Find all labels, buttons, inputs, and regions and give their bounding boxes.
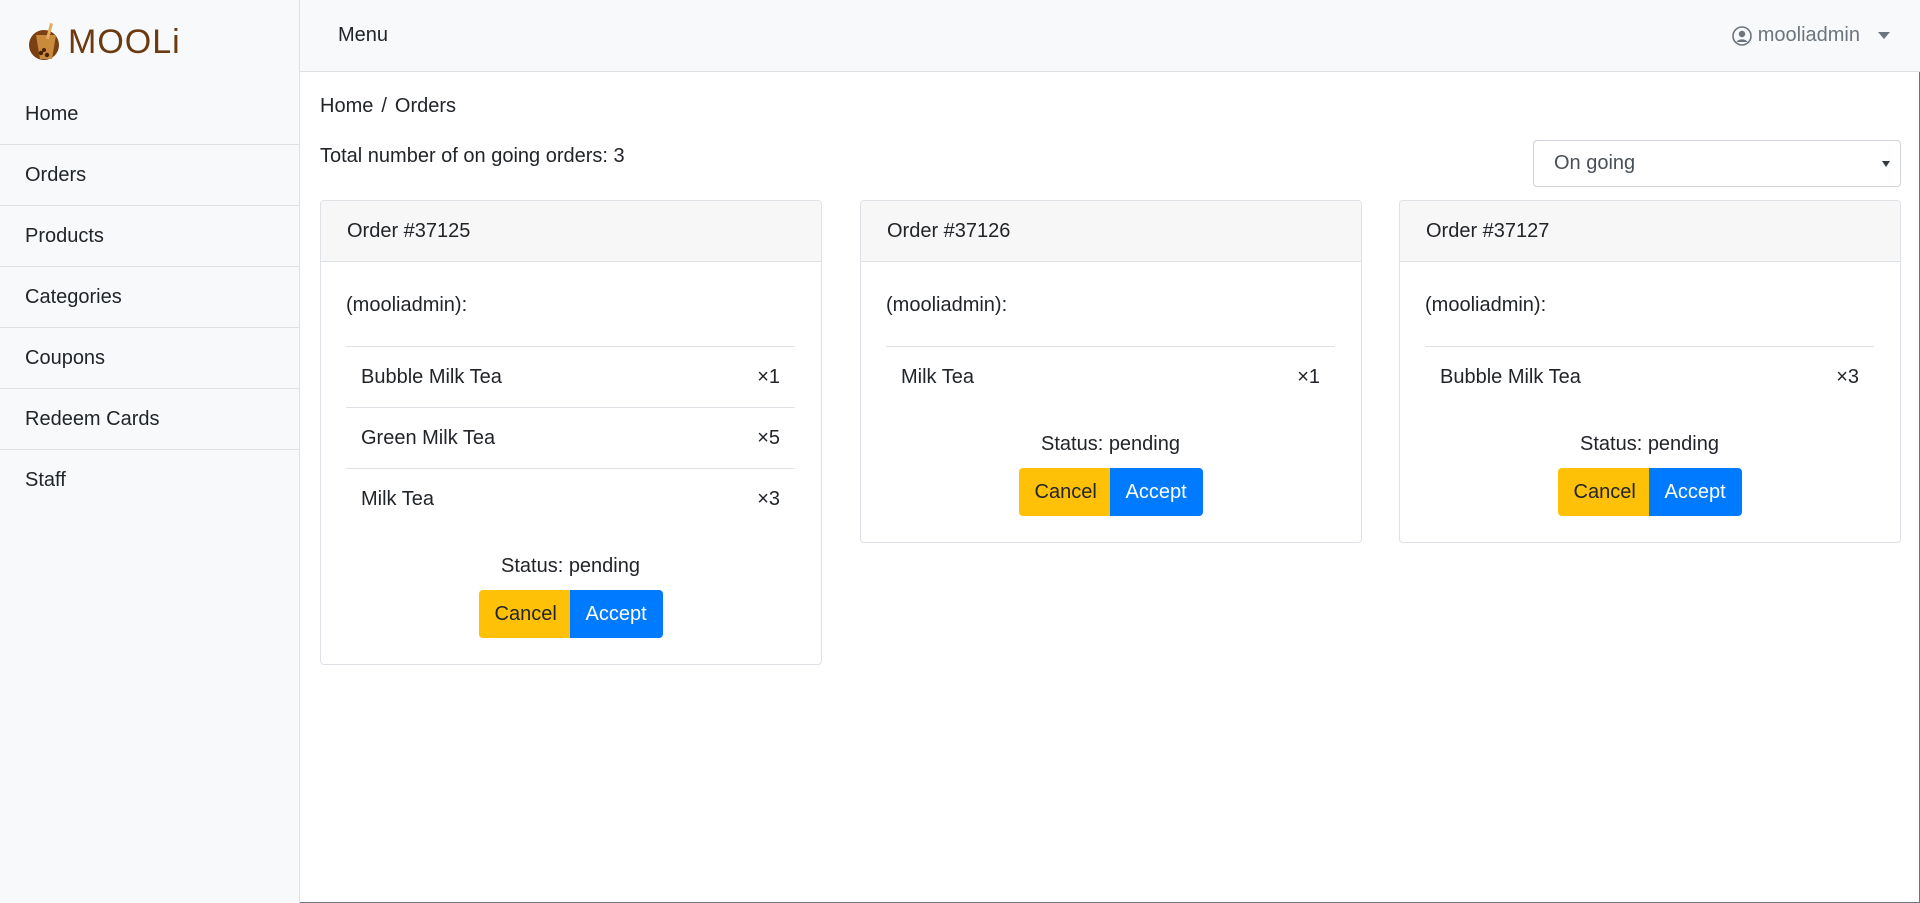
order-item-name: Green Milk Tea <box>361 426 496 449</box>
chevron-down-icon <box>1878 32 1890 39</box>
brand-wordmark: MOOLi <box>68 23 181 61</box>
order-item-name: Bubble Milk Tea <box>1440 366 1581 388</box>
order-card-body: (mooliadmin): Bubble Milk Tea ×3 Status:… <box>1400 262 1900 542</box>
order-items-list: Bubble Milk Tea ×3 <box>1425 346 1874 408</box>
order-item: Bubble Milk Tea ×1 <box>346 347 795 408</box>
sidebar-item-coupons[interactable]: Coupons <box>0 328 299 389</box>
order-item-qty: ×1 <box>1297 366 1320 388</box>
breadcrumb-home[interactable]: Home <box>320 95 373 118</box>
breadcrumb-separator: / <box>381 95 387 117</box>
order-customer: (mooliadmin): <box>346 294 468 316</box>
order-item-name: Milk Tea <box>361 488 434 510</box>
bubble-tea-logo-icon <box>29 23 59 60</box>
order-item: Green Milk Tea ×5 <box>346 408 795 469</box>
order-items-list: Milk Tea ×1 <box>886 346 1335 408</box>
total-orders-text: Total number of on going orders: 3 <box>320 145 625 167</box>
order-item: Milk Tea ×1 <box>886 347 1335 408</box>
order-card: Order #37125 (mooliadmin): Bubble Milk T… <box>320 200 822 665</box>
breadcrumb-current: Orders <box>394 95 457 117</box>
brand-logo[interactable]: MOOLi <box>26 20 181 64</box>
cancel-order-button[interactable]: Cancel <box>1557 468 1649 516</box>
order-item: Bubble Milk Tea ×3 <box>1425 347 1874 408</box>
order-actions: Cancel Accept <box>1425 468 1874 516</box>
accept-order-button[interactable]: Accept <box>569 590 663 638</box>
sidebar-item-redeem-cards[interactable]: Redeem Cards <box>0 389 299 450</box>
order-items-list: Bubble Milk Tea ×1 Green Milk Tea ×5 Mil… <box>346 346 795 530</box>
order-card-body: (mooliadmin): Milk Tea ×1 Status: pendin… <box>861 262 1361 542</box>
accept-order-button[interactable]: Accept <box>1648 468 1742 516</box>
order-item-qty: ×3 <box>1836 366 1859 388</box>
order-item-qty: ×5 <box>757 426 780 449</box>
sidebar-item-staff[interactable]: Staff <box>0 450 299 511</box>
sidebar-item-categories[interactable]: Categories <box>0 267 299 328</box>
cancel-order-button[interactable]: Cancel <box>478 590 570 638</box>
order-customer: (mooliadmin): <box>886 294 1008 316</box>
order-status: Status: pending <box>1580 433 1719 455</box>
order-status: Status: pending <box>1041 433 1180 455</box>
order-item: Milk Tea ×3 <box>346 469 795 530</box>
username-label: mooliadmin <box>1757 24 1860 46</box>
order-item-qty: ×1 <box>757 365 780 388</box>
order-actions: Cancel Accept <box>886 468 1335 516</box>
order-status: Status: pending <box>501 555 640 577</box>
order-card-body: (mooliadmin): Bubble Milk Tea ×1 Green M… <box>321 262 821 664</box>
order-card: Order #37127 (mooliadmin): Bubble Milk T… <box>1399 200 1901 543</box>
sidebar-item-orders[interactable]: Orders <box>0 145 299 206</box>
accept-order-button[interactable]: Accept <box>1109 468 1203 516</box>
order-customer: (mooliadmin): <box>1425 294 1547 316</box>
breadcrumb: Home / Orders <box>320 95 456 118</box>
menu-link[interactable]: Menu <box>338 24 388 47</box>
order-card-header: Order #37125 <box>321 201 821 262</box>
sidebar-item-products[interactable]: Products <box>0 206 299 267</box>
order-card-header: Order #37127 <box>1400 201 1900 262</box>
order-status-select[interactable]: On going <box>1533 140 1901 187</box>
cancel-order-button[interactable]: Cancel <box>1018 468 1110 516</box>
sidebar: MOOLi Home Orders Products Categories Co… <box>0 0 300 903</box>
order-status-selected: On going <box>1554 152 1636 174</box>
caret-down-icon <box>1882 161 1890 167</box>
order-card-header: Order #37126 <box>861 201 1361 262</box>
order-item-name: Milk Tea <box>901 366 974 388</box>
top-navbar: Menu mooliadmin <box>300 0 1920 72</box>
user-dropdown[interactable]: mooliadmin <box>1731 24 1890 47</box>
order-item-qty: ×3 <box>757 488 780 510</box>
sidebar-item-home[interactable]: Home <box>0 84 299 145</box>
user-circle-icon <box>1731 25 1752 46</box>
order-actions: Cancel Accept <box>346 590 795 638</box>
order-item-name: Bubble Milk Tea <box>361 365 502 388</box>
order-card: Order #37126 (mooliadmin): Milk Tea ×1 S… <box>860 200 1362 543</box>
sidebar-nav: Home Orders Products Categories Coupons … <box>0 84 299 511</box>
